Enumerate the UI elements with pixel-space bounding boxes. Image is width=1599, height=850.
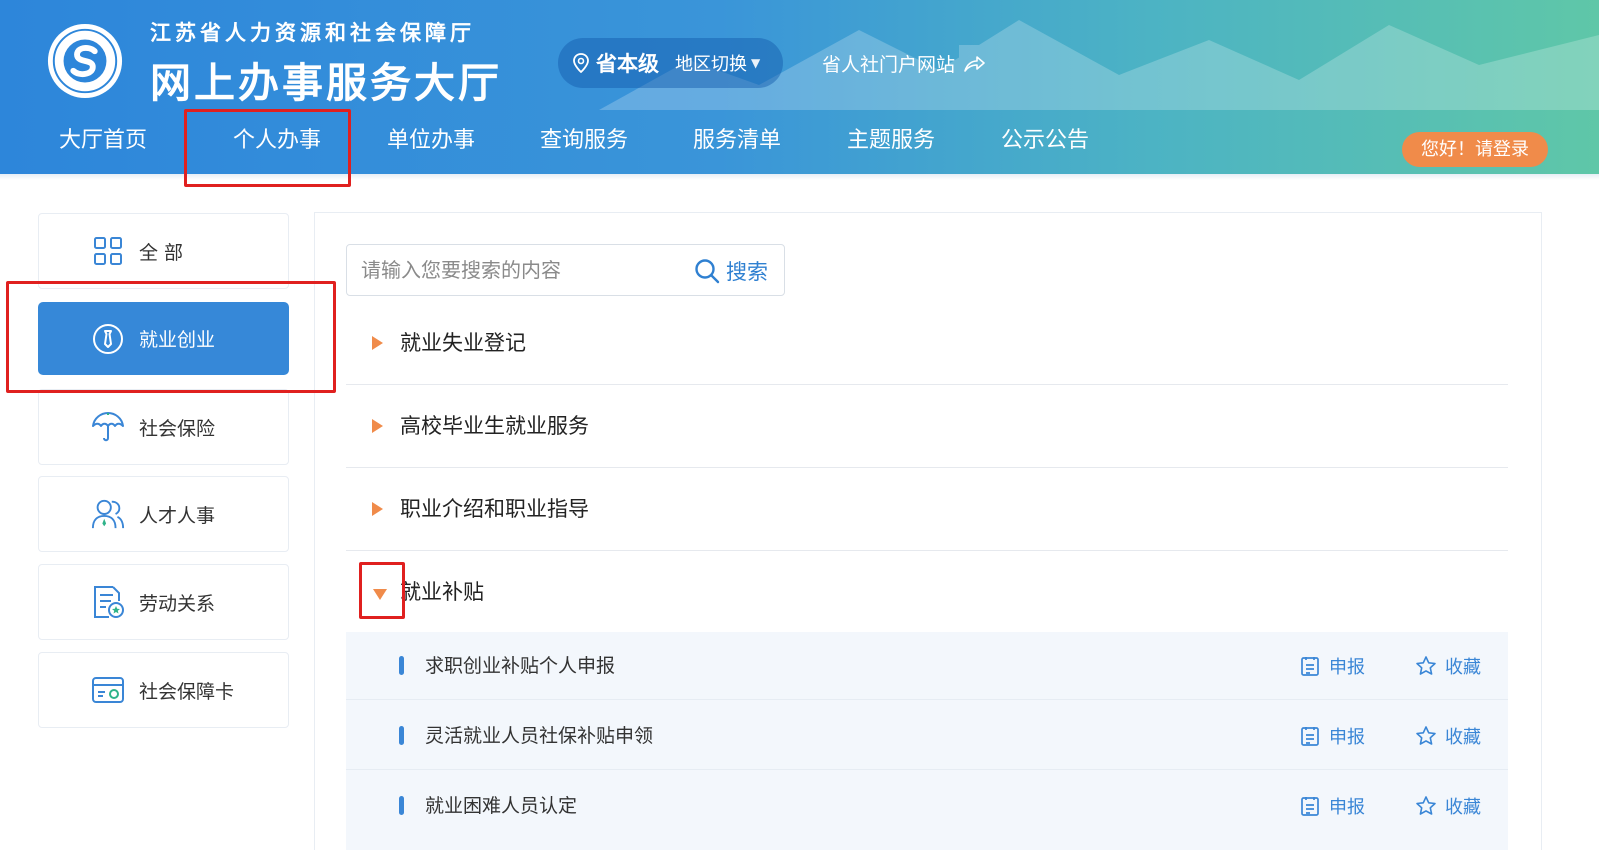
tie-icon [91, 322, 125, 356]
caret-down-icon: ▼ [751, 56, 761, 70]
apply-label: 申报 [1329, 727, 1365, 748]
favorite-button[interactable]: 收藏 [1415, 794, 1481, 818]
star-icon [1416, 656, 1436, 675]
favorite-button[interactable]: 收藏 [1415, 724, 1481, 748]
share-arrow-icon [963, 55, 985, 73]
sidebar-item-label: 社会保障卡 [139, 680, 235, 703]
grid-icon [91, 234, 125, 268]
search-button[interactable]: 搜索 [694, 256, 768, 286]
location-pin-icon [572, 53, 592, 73]
triangle-down-icon[interactable] [373, 589, 387, 600]
nav-item-home[interactable]: 大厅首页 [59, 108, 147, 174]
page-root: 江苏省人力资源和社会保障厅 网上办事服务大厅 省本级 地区切换 ▼ 省人社门户网… [0, 0, 1599, 850]
search-icon [695, 259, 720, 284]
triangle-right-icon [372, 419, 383, 433]
favorite-label: 收藏 [1445, 657, 1481, 678]
apply-label: 申报 [1329, 797, 1365, 818]
sidebar-item-label: 就业创业 [139, 329, 216, 351]
document-star-icon [91, 585, 125, 619]
category-label: 职业介绍和职业指导 [400, 497, 589, 521]
portal-link[interactable]: 省人社门户网站 [822, 50, 985, 77]
main-nav: 大厅首页 个人办事 单位办事 查询服务 服务清单 主题服务 公示公告 [0, 108, 1400, 174]
sidebar-item-label: 社会保险 [139, 417, 216, 440]
list-item[interactable]: 就业困难人员认定 申报 收藏 [346, 772, 1508, 840]
service-label[interactable]: 就业困难人员认定 [425, 772, 577, 840]
nav-item-notice[interactable]: 公示公告 [1001, 108, 1089, 174]
sidebar-item-employment[interactable]: 就业创业 [38, 302, 289, 375]
nav-item-unit[interactable]: 单位办事 [387, 108, 475, 174]
nav-item-theme[interactable]: 主题服务 [847, 108, 935, 174]
favorite-label: 收藏 [1445, 797, 1481, 818]
search-input[interactable] [361, 245, 681, 295]
apply-button[interactable]: 申报 [1299, 794, 1365, 818]
nav-item-query[interactable]: 查询服务 [540, 108, 628, 174]
category-row[interactable]: 高校毕业生就业服务 [346, 385, 1508, 468]
form-icon [1301, 797, 1319, 816]
sidebar-item-label: 劳动关系 [139, 592, 216, 615]
triangle-right-icon [372, 336, 383, 350]
star-icon [1416, 726, 1436, 745]
category-row-expanded[interactable]: 就业补贴 [346, 551, 1508, 634]
region-level: 省本级 [596, 52, 659, 76]
list-bullet-bar [399, 726, 404, 745]
sidebar-item-all[interactable]: 全 部 [38, 213, 289, 289]
site-header: 江苏省人力资源和社会保障厅 网上办事服务大厅 省本级 地区切换 ▼ 省人社门户网… [0, 0, 1599, 174]
sidebar-item-labor[interactable]: 劳动关系 [38, 564, 289, 640]
region-switch-label: 地区切换 [675, 54, 747, 75]
service-label[interactable]: 求职创业补贴个人申报 [425, 632, 615, 700]
nav-item-service-list[interactable]: 服务清单 [693, 108, 781, 174]
hall-name: 网上办事服务大厅 [150, 59, 502, 107]
apply-button[interactable]: 申报 [1299, 724, 1365, 748]
category-label: 就业失业登记 [400, 331, 526, 355]
region-switcher[interactable]: 省本级 地区切换 ▼ [558, 38, 783, 88]
nav-item-personal[interactable]: 个人办事 [233, 108, 321, 174]
hrss-logo-icon [47, 23, 123, 99]
sub-service-list: 求职创业补贴个人申报 申报 收藏 灵活就业人员社保补贴申领 申报 收藏 就业困难… [346, 632, 1508, 850]
search-button-label: 搜索 [726, 260, 768, 284]
category-row[interactable]: 就业失业登记 [346, 302, 1508, 385]
category-label: 高校毕业生就业服务 [400, 414, 589, 438]
header-divider [0, 174, 1599, 180]
sidebar-item-talent[interactable]: 人才人事 [38, 476, 289, 552]
list-item[interactable]: 求职创业补贴个人申报 申报 收藏 [346, 632, 1508, 700]
category-row[interactable]: 职业介绍和职业指导 [346, 468, 1508, 551]
list-item[interactable]: 灵活就业人员社保补贴申领 申报 收藏 [346, 702, 1508, 770]
service-label[interactable]: 灵活就业人员社保补贴申领 [425, 702, 653, 770]
favorite-button[interactable]: 收藏 [1415, 654, 1481, 678]
apply-label: 申报 [1329, 657, 1365, 678]
site-title-block: 江苏省人力资源和社会保障厅 网上办事服务大厅 [150, 17, 502, 109]
umbrella-icon [91, 410, 125, 444]
sidebar-item-social-insurance[interactable]: 社会保险 [38, 389, 289, 465]
category-label: 就业补贴 [400, 580, 484, 604]
list-bullet-bar [399, 796, 404, 815]
login-button[interactable]: 您好！请登录 [1402, 132, 1548, 167]
apply-button[interactable]: 申报 [1299, 654, 1365, 678]
favorite-label: 收藏 [1445, 727, 1481, 748]
card-icon [91, 673, 125, 707]
sidebar-item-label: 全 部 [139, 241, 184, 264]
form-icon [1301, 657, 1319, 676]
people-icon [91, 497, 125, 531]
sidebar-item-label: 人才人事 [139, 504, 216, 527]
star-icon [1416, 796, 1436, 815]
triangle-right-icon [372, 502, 383, 516]
sidebar-item-ss-card[interactable]: 社会保障卡 [38, 652, 289, 728]
form-icon [1301, 727, 1319, 746]
org-name: 江苏省人力资源和社会保障厅 [150, 21, 475, 45]
portal-link-label: 省人社门户网站 [822, 54, 956, 76]
list-bullet-bar [399, 656, 404, 675]
